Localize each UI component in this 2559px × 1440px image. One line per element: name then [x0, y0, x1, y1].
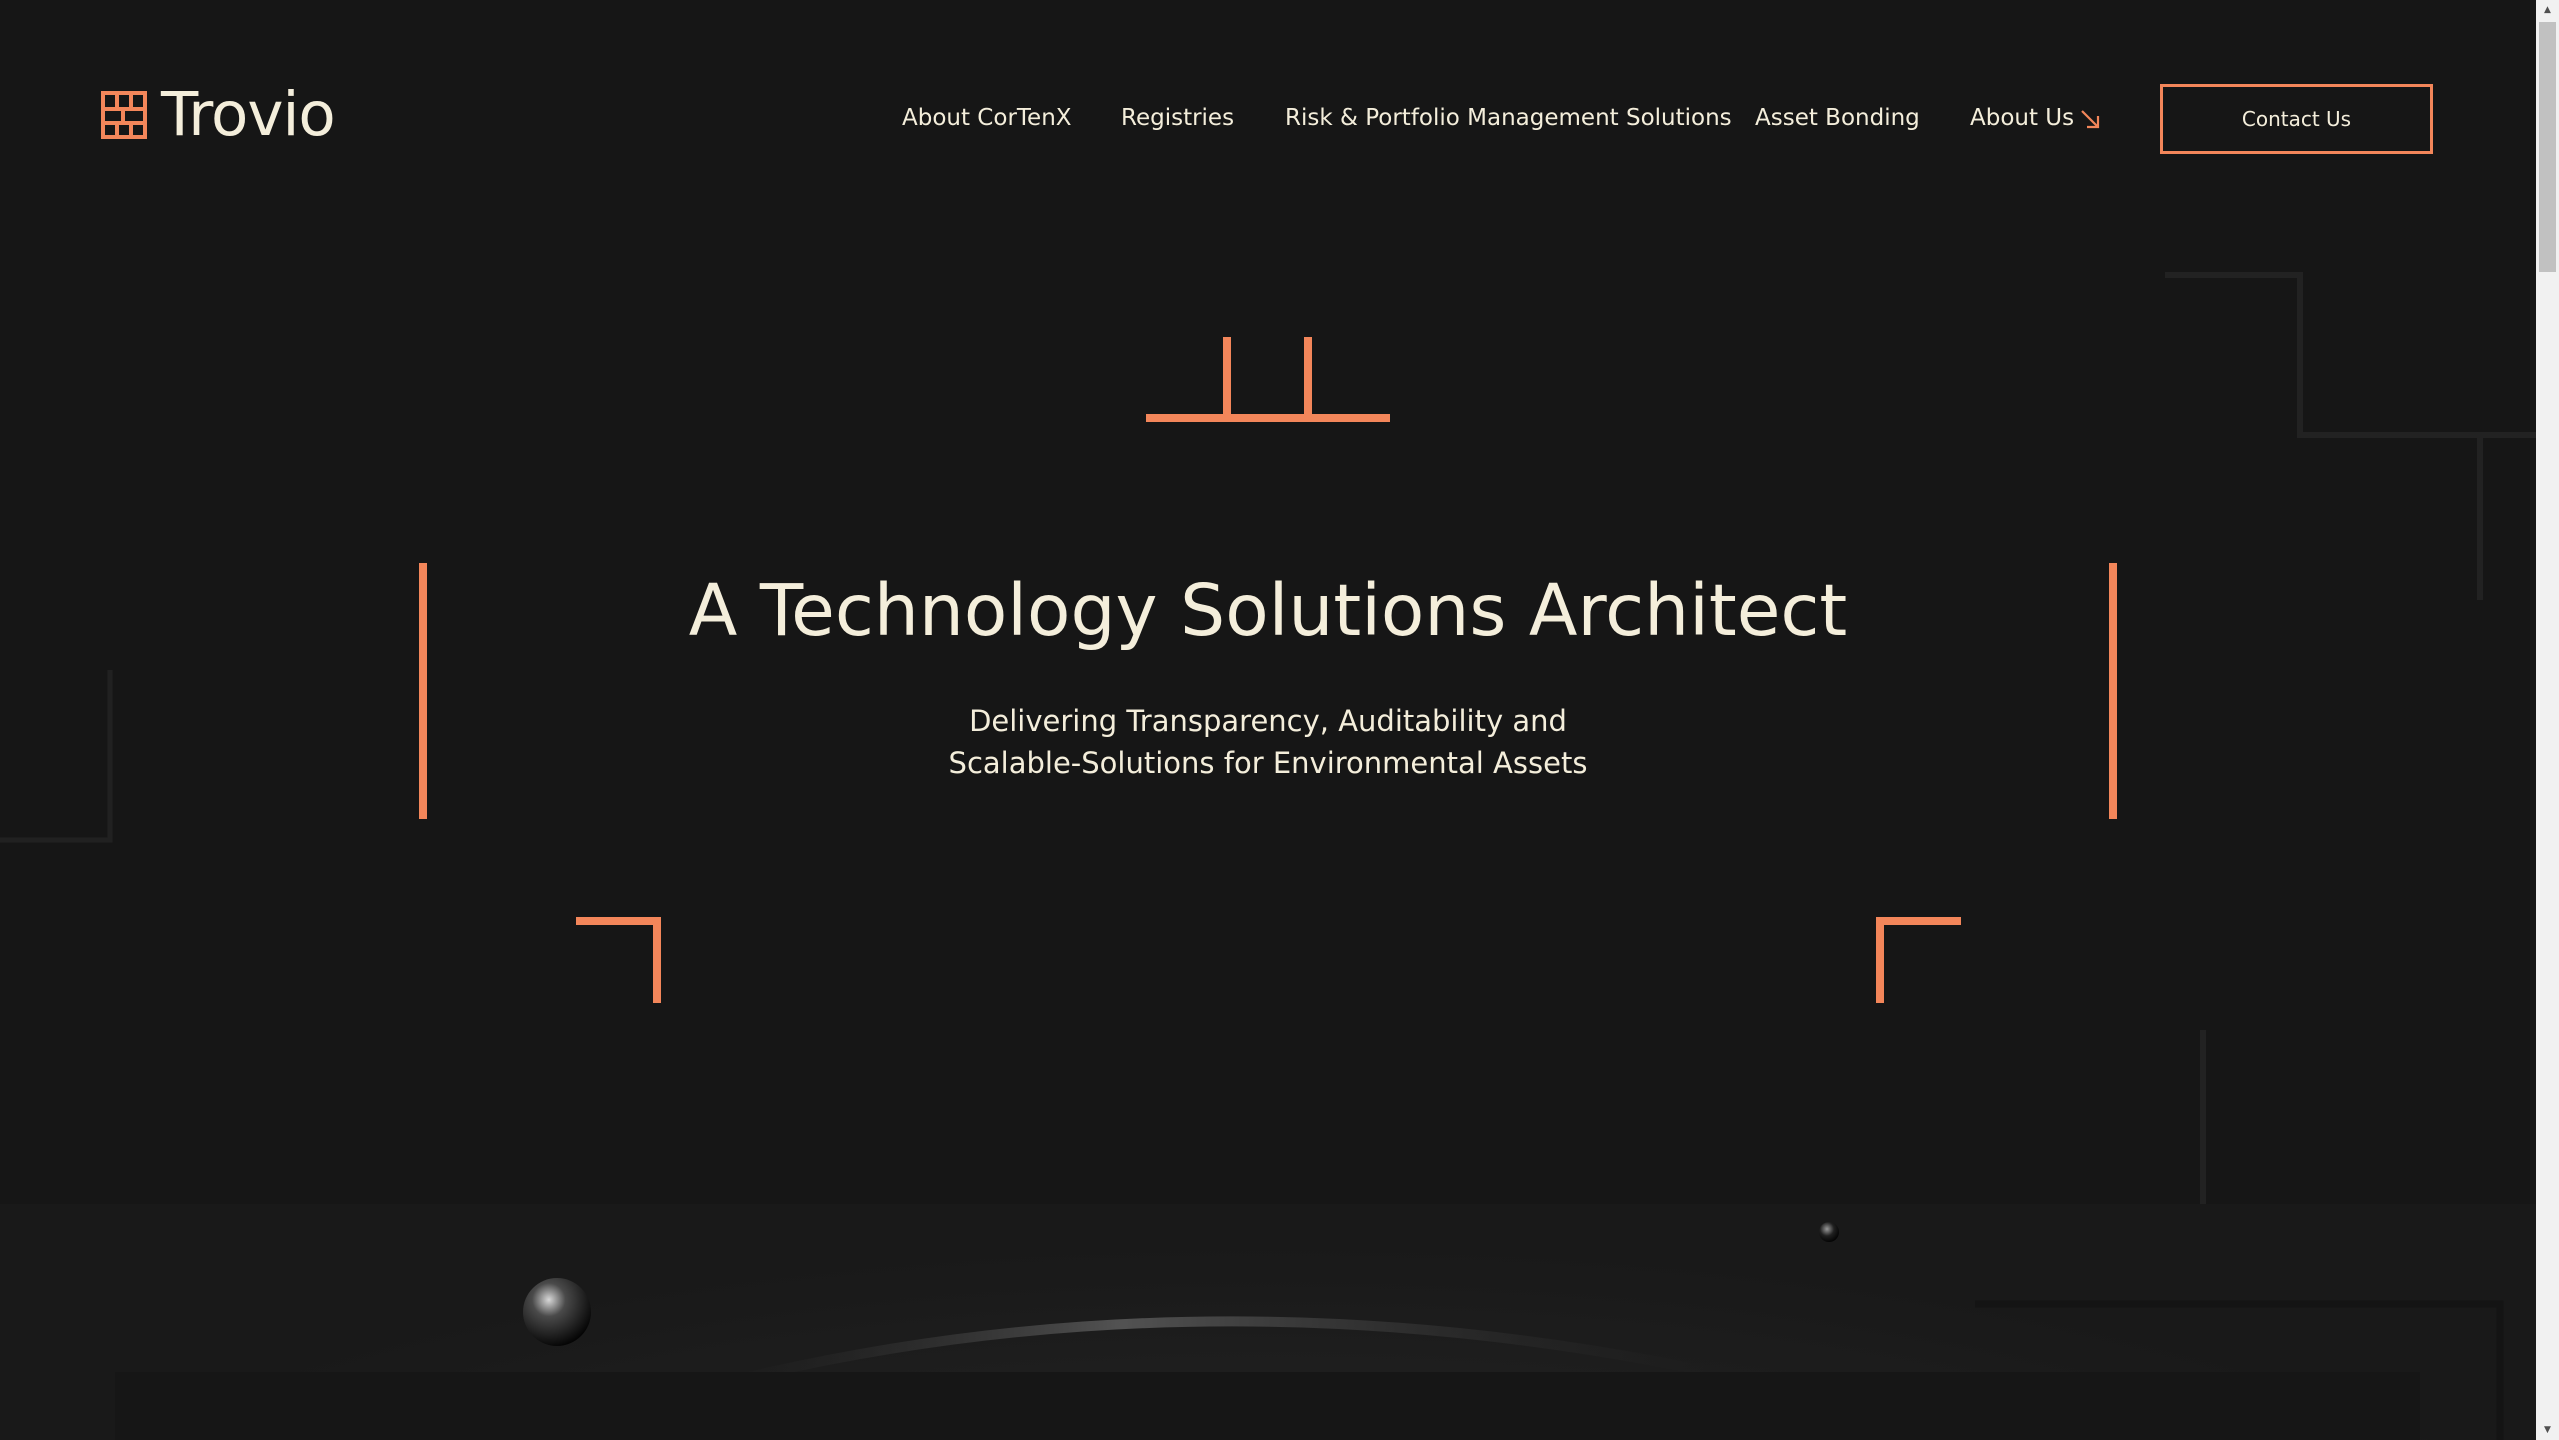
- nav-item-risk-portfolio[interactable]: Risk & Portfolio Management Solutions: [1285, 104, 1732, 132]
- bottom-right-corner: [1876, 917, 1961, 1003]
- nav-item-about-us[interactable]: About Us: [1970, 104, 2074, 132]
- nav-item-about-cortenx[interactable]: About CorTenX: [902, 104, 1072, 132]
- hero-subtitle: Delivering Transparency, Auditability an…: [0, 700, 2536, 784]
- bg-line-top-right: [2165, 272, 2536, 438]
- arrow-down-right-icon[interactable]: [2079, 108, 2101, 130]
- page: Trovio About CorTenX Registries Risk & P…: [0, 0, 2559, 1440]
- nav-item-asset-bonding[interactable]: Asset Bonding: [1755, 104, 1920, 132]
- scrollbar-thumb[interactable]: [2539, 22, 2556, 272]
- grid-logo-icon: [101, 90, 147, 139]
- hero-title: A Technology Solutions Architect: [688, 569, 1848, 652]
- logo[interactable]: Trovio: [101, 79, 336, 150]
- hero-subtitle-line-2: Scalable-Solutions for Environmental Ass…: [948, 746, 1588, 780]
- content-card: [115, 1372, 2420, 1440]
- contact-us-button[interactable]: Contact Us: [2160, 84, 2433, 154]
- hero-subtitle-line-1: Delivering Transparency, Auditability an…: [969, 704, 1567, 738]
- scroll-down-icon[interactable]: ▼: [2536, 1420, 2559, 1440]
- nav-item-registries[interactable]: Registries: [1121, 104, 1234, 132]
- brand-name: Trovio: [161, 79, 336, 150]
- sphere-small: [1819, 1222, 1839, 1242]
- sphere-large: [523, 1278, 591, 1346]
- scroll-up-icon[interactable]: ▲: [2536, 0, 2559, 20]
- top-bracket-ornament: [1146, 337, 1390, 422]
- bottom-left-corner: [576, 917, 661, 1003]
- vertical-scrollbar[interactable]: ▲ ▼: [2536, 0, 2559, 1440]
